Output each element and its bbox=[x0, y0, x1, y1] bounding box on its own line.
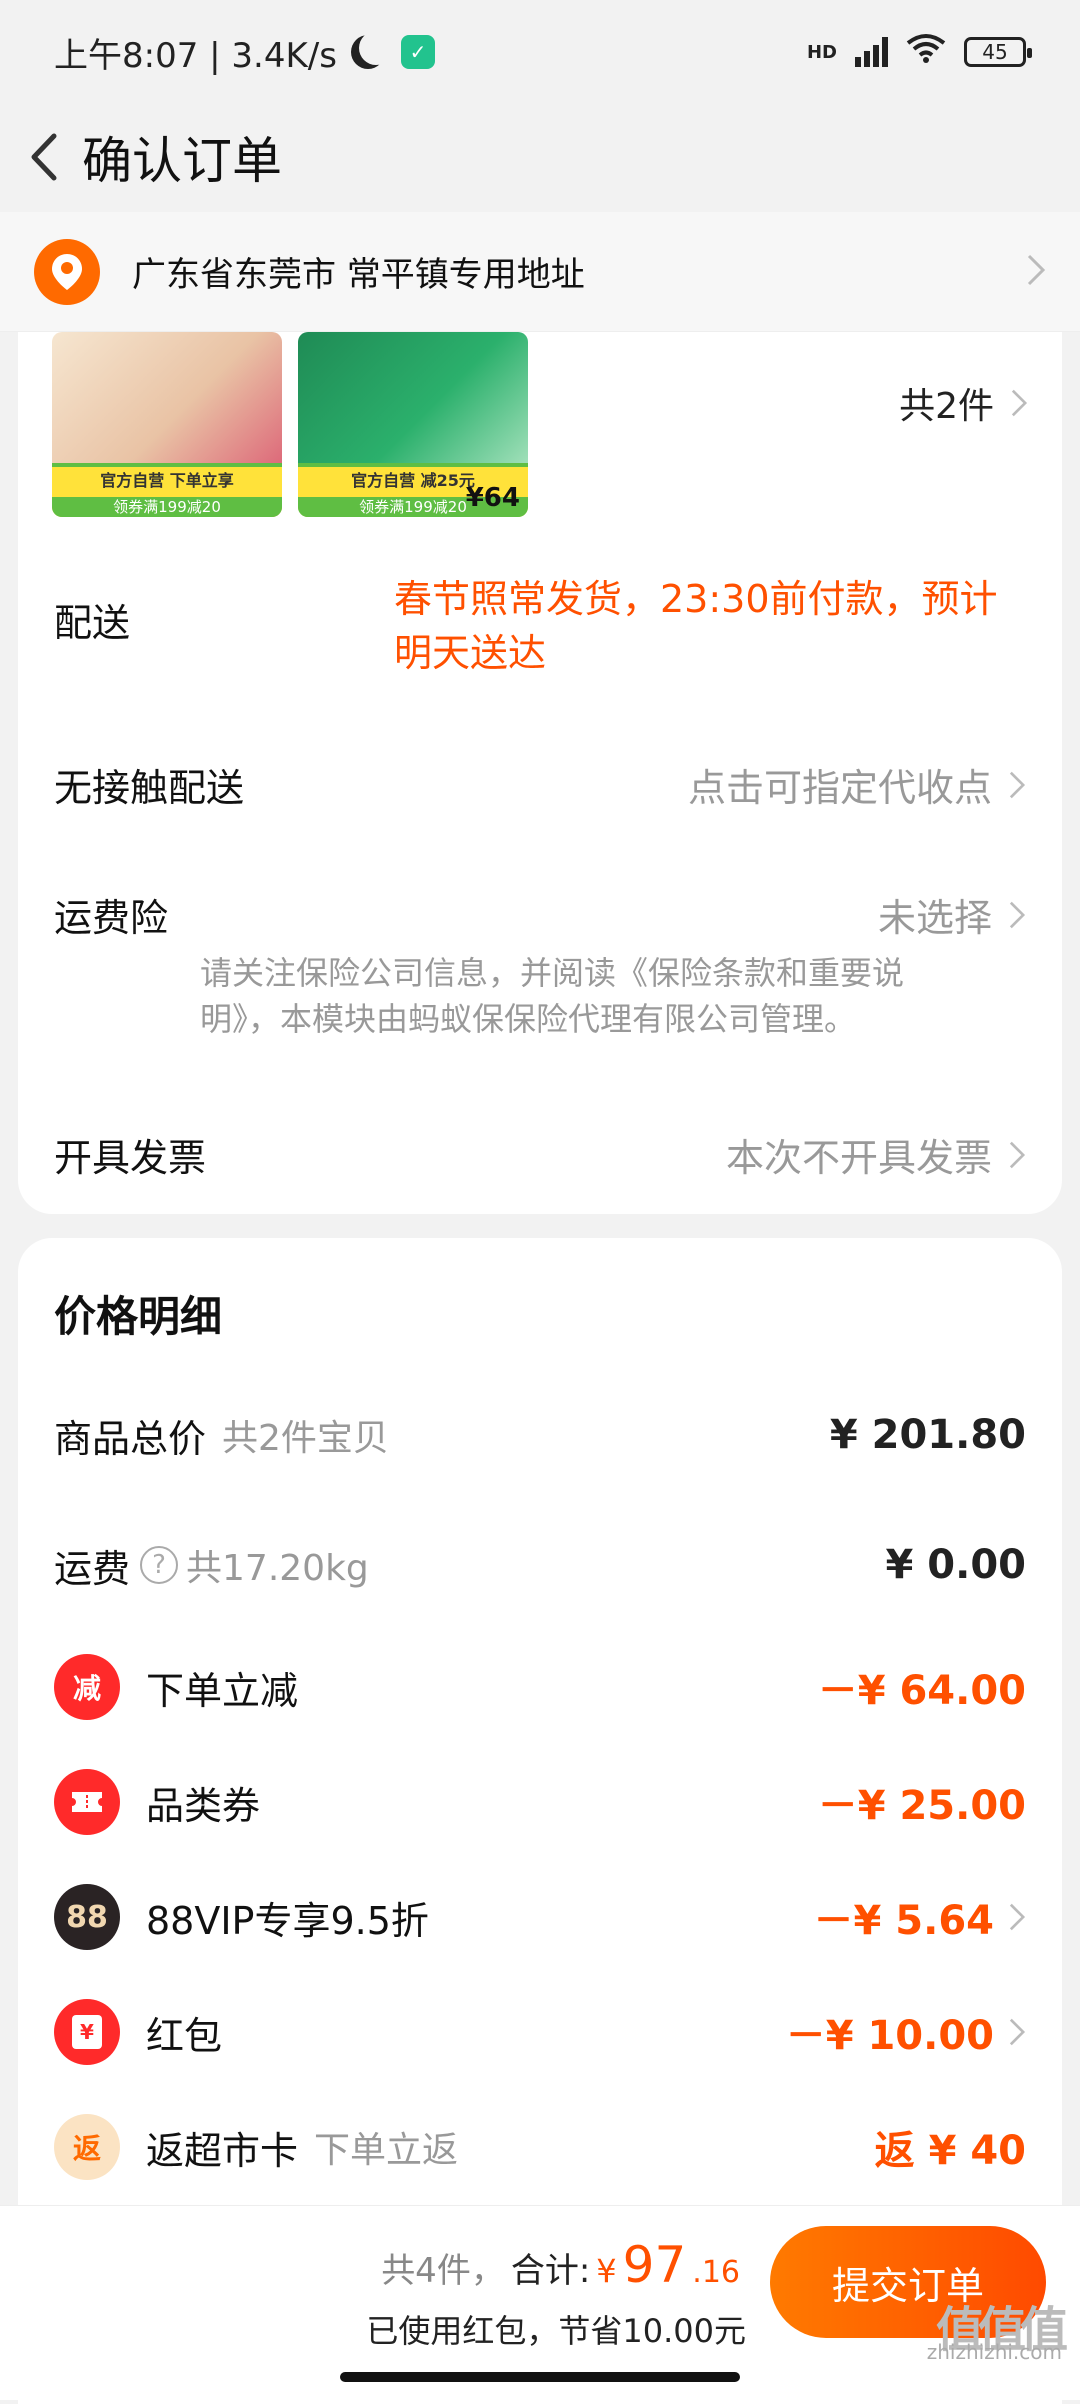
signal-icon bbox=[855, 37, 888, 67]
ticket-icon bbox=[54, 1769, 120, 1835]
insurance-row[interactable]: 运费险 未选择 bbox=[54, 887, 1026, 942]
chevron-right-icon bbox=[1011, 389, 1028, 417]
shipping-sub: 共17.20kg bbox=[186, 1548, 369, 1589]
coupon-amount: －¥ 25.00 bbox=[817, 1783, 1026, 1829]
goods-total-row: 商品总价 共2件宝贝 ¥ 201.80 bbox=[54, 1400, 1026, 1470]
address-selector[interactable]: 广东省东莞市 常平镇专用地址 bbox=[0, 212, 1080, 332]
product-price: ¥64 bbox=[465, 483, 520, 513]
cashback-label: 返超市卡 bbox=[146, 2128, 299, 2173]
invoice-label: 开具发票 bbox=[54, 1136, 207, 1180]
delivery-value: 春节照常发货，23:30前付款，预计明天送达 bbox=[394, 577, 998, 675]
total-amount-dec: .16 bbox=[692, 2255, 740, 2290]
contactless-label: 无接触配送 bbox=[54, 766, 245, 810]
red-packet-amount: －¥ 10.00 bbox=[785, 2013, 994, 2059]
insurance-value-text: 未选择 bbox=[877, 896, 992, 940]
goods-total-label: 商品总价 bbox=[54, 1416, 207, 1461]
shipping-label: 运费 bbox=[54, 1546, 131, 1591]
contactless-value: 点击可指定代收点 bbox=[688, 757, 1026, 812]
network-label: HD bbox=[806, 41, 837, 63]
discount-label: 下单立减 bbox=[146, 1668, 299, 1713]
page-header: 确认订单 bbox=[0, 104, 1080, 210]
price-detail-title: 价格明细 bbox=[54, 1292, 223, 1341]
order-options-card: 官方自营 下单立享 领券满199减20 官方自营 减25元 领券满199减20 … bbox=[18, 332, 1062, 1214]
cashback-icon: 返 bbox=[54, 2114, 120, 2180]
product-banner: 官方自营 下单立享 领券满199减20 bbox=[52, 463, 282, 517]
status-bar: 上午8:07 | 3.4K/s ✓ HD 45 bbox=[0, 0, 1080, 104]
vip-discount-label: 88VIP专享9.5折 bbox=[146, 1898, 429, 1943]
status-left: 上午8:07 | 3.4K/s ✓ bbox=[54, 28, 435, 77]
product-banner-bottom: 领券满199减20 bbox=[52, 497, 282, 517]
contactless-value-text: 点击可指定代收点 bbox=[687, 766, 992, 810]
coupon-row: 品类券 －¥ 25.00 bbox=[54, 1767, 1026, 1837]
total-count: 共4件， bbox=[381, 2251, 505, 2291]
total-amount-int: 97 bbox=[622, 2236, 687, 2294]
invoice-value-text: 本次不开具发票 bbox=[725, 1136, 992, 1180]
battery-level: 45 bbox=[982, 40, 1008, 64]
contactless-row[interactable]: 无接触配送 点击可指定代收点 bbox=[54, 757, 1026, 812]
page-title: 确认订单 bbox=[82, 132, 282, 190]
back-icon[interactable] bbox=[16, 130, 70, 184]
red-packet-label: 红包 bbox=[146, 2013, 223, 2058]
vip-discount-row[interactable]: 88 88VIP专享9.5折 －¥ 5.64 bbox=[54, 1882, 1026, 1952]
product-strip[interactable]: 官方自营 下单立享 领券满199减20 官方自营 减25元 领券满199减20 … bbox=[18, 332, 1062, 522]
item-count[interactable]: 共2件 bbox=[899, 377, 1028, 429]
cashback-sub: 下单立返 bbox=[314, 2130, 459, 2171]
total-line: 共4件， 合计: ¥ 97 .16 bbox=[381, 2236, 740, 2294]
chevron-right-icon bbox=[1009, 1903, 1026, 1931]
chevron-right-icon bbox=[1009, 901, 1026, 928]
chevron-right-icon bbox=[1009, 1141, 1026, 1168]
invoice-value: 本次不开具发票 bbox=[726, 1127, 1026, 1182]
checkout-bar: 共4件， 合计: ¥ 97 .16 已使用红包，节省10.00元 提交订单 bbox=[0, 2205, 1080, 2400]
vip-discount-amount: －¥ 5.64 bbox=[813, 1898, 994, 1944]
wifi-icon bbox=[906, 33, 946, 71]
insurance-value: 未选择 bbox=[878, 887, 1026, 942]
delivery-label: 配送 bbox=[54, 601, 131, 645]
chevron-right-icon bbox=[1026, 253, 1046, 291]
location-pin-icon bbox=[34, 238, 100, 305]
insurance-note: 请关注保险公司信息，并阅读《保险条款和重要说明》，本模块由蚂蚁保保险代理有限公司… bbox=[200, 954, 905, 1038]
shipping-row: 运费 ? 共17.20kg ¥ 0.00 bbox=[54, 1530, 1026, 1600]
product-thumbnail[interactable]: 官方自营 下单立享 领券满199减20 bbox=[52, 332, 282, 517]
shield-icon: ✓ bbox=[400, 35, 435, 69]
watermark-domain: zhizhizhi.com bbox=[926, 2340, 1062, 2364]
total-label: 合计: bbox=[510, 2251, 591, 2291]
total-currency: ¥ bbox=[596, 2252, 617, 2290]
vip-88-icon: 88 bbox=[54, 1884, 120, 1950]
discount-icon: 减 bbox=[54, 1654, 120, 1720]
chevron-right-icon bbox=[1009, 771, 1026, 798]
discount-amount: －¥ 64.00 bbox=[817, 1668, 1026, 1714]
status-time: 上午8:07 | 3.4K/s bbox=[54, 35, 337, 76]
home-indicator[interactable] bbox=[340, 2372, 740, 2382]
vip-discount-amount-wrap: －¥ 5.64 bbox=[814, 1888, 1026, 1946]
coupon-label: 品类券 bbox=[146, 1783, 261, 1828]
help-icon[interactable]: ? bbox=[140, 1546, 179, 1584]
red-packet-amount-wrap: －¥ 10.00 bbox=[786, 2003, 1026, 2061]
discount-row: 减 下单立减 －¥ 64.00 bbox=[54, 1652, 1026, 1722]
status-right: HD 45 bbox=[806, 33, 1032, 71]
item-count-text: 共2件 bbox=[899, 386, 994, 427]
cashback-row: 返 返超市卡 下单立返 返 ¥ 40 bbox=[54, 2112, 1026, 2182]
product-thumbnail[interactable]: 官方自营 减25元 领券满199减20 ¥64 bbox=[298, 332, 528, 517]
red-packet-row[interactable]: ¥ 红包 －¥ 10.00 bbox=[54, 1997, 1026, 2067]
goods-total-sub: 共2件宝贝 bbox=[222, 1418, 389, 1459]
battery-icon: 45 bbox=[964, 37, 1032, 67]
invoice-row[interactable]: 开具发票 本次不开具发票 bbox=[54, 1127, 1026, 1182]
cashback-amount: 返 ¥ 40 bbox=[874, 2128, 1026, 2174]
chevron-right-icon bbox=[1009, 2018, 1026, 2046]
address-text: 广东省东莞市 常平镇专用地址 bbox=[132, 255, 585, 295]
saved-text: 已使用红包，节省10.00元 bbox=[366, 2312, 746, 2350]
product-banner-top: 官方自营 下单立享 bbox=[100, 471, 234, 490]
red-packet-glyph: ¥ bbox=[72, 2015, 102, 2049]
red-packet-icon: ¥ bbox=[54, 1999, 120, 2065]
shipping-amount: ¥ 0.00 bbox=[885, 1542, 1026, 1588]
moon-icon bbox=[359, 31, 393, 65]
insurance-label: 运费险 bbox=[54, 896, 169, 940]
goods-total-amount: ¥ 201.80 bbox=[829, 1412, 1026, 1458]
